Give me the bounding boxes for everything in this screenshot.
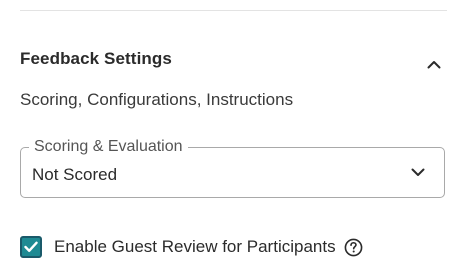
section-subtitle: Scoring, Configurations, Instructions [20, 90, 294, 109]
collapse-section-button[interactable] [422, 53, 446, 75]
guest-review-checkbox[interactable] [20, 236, 42, 258]
section-divider [20, 10, 447, 11]
question-circle-icon[interactable] [344, 237, 364, 257]
scoring-evaluation-select[interactable]: Scoring & Evaluation Not Scored [20, 138, 445, 198]
scoring-evaluation-label: Scoring & Evaluation [29, 138, 188, 156]
scoring-evaluation-value: Not Scored [32, 165, 118, 184]
checkmark-icon [24, 241, 38, 253]
guest-review-row: Enable Guest Review for Participants [20, 236, 364, 258]
guest-review-label[interactable]: Enable Guest Review for Participants [54, 237, 336, 257]
feedback-settings-panel: Feedback Settings Scoring, Configuration… [0, 0, 466, 268]
chevron-up-icon [427, 60, 441, 68]
section-title: Feedback Settings [20, 49, 172, 68]
chevron-down-icon [410, 164, 426, 180]
